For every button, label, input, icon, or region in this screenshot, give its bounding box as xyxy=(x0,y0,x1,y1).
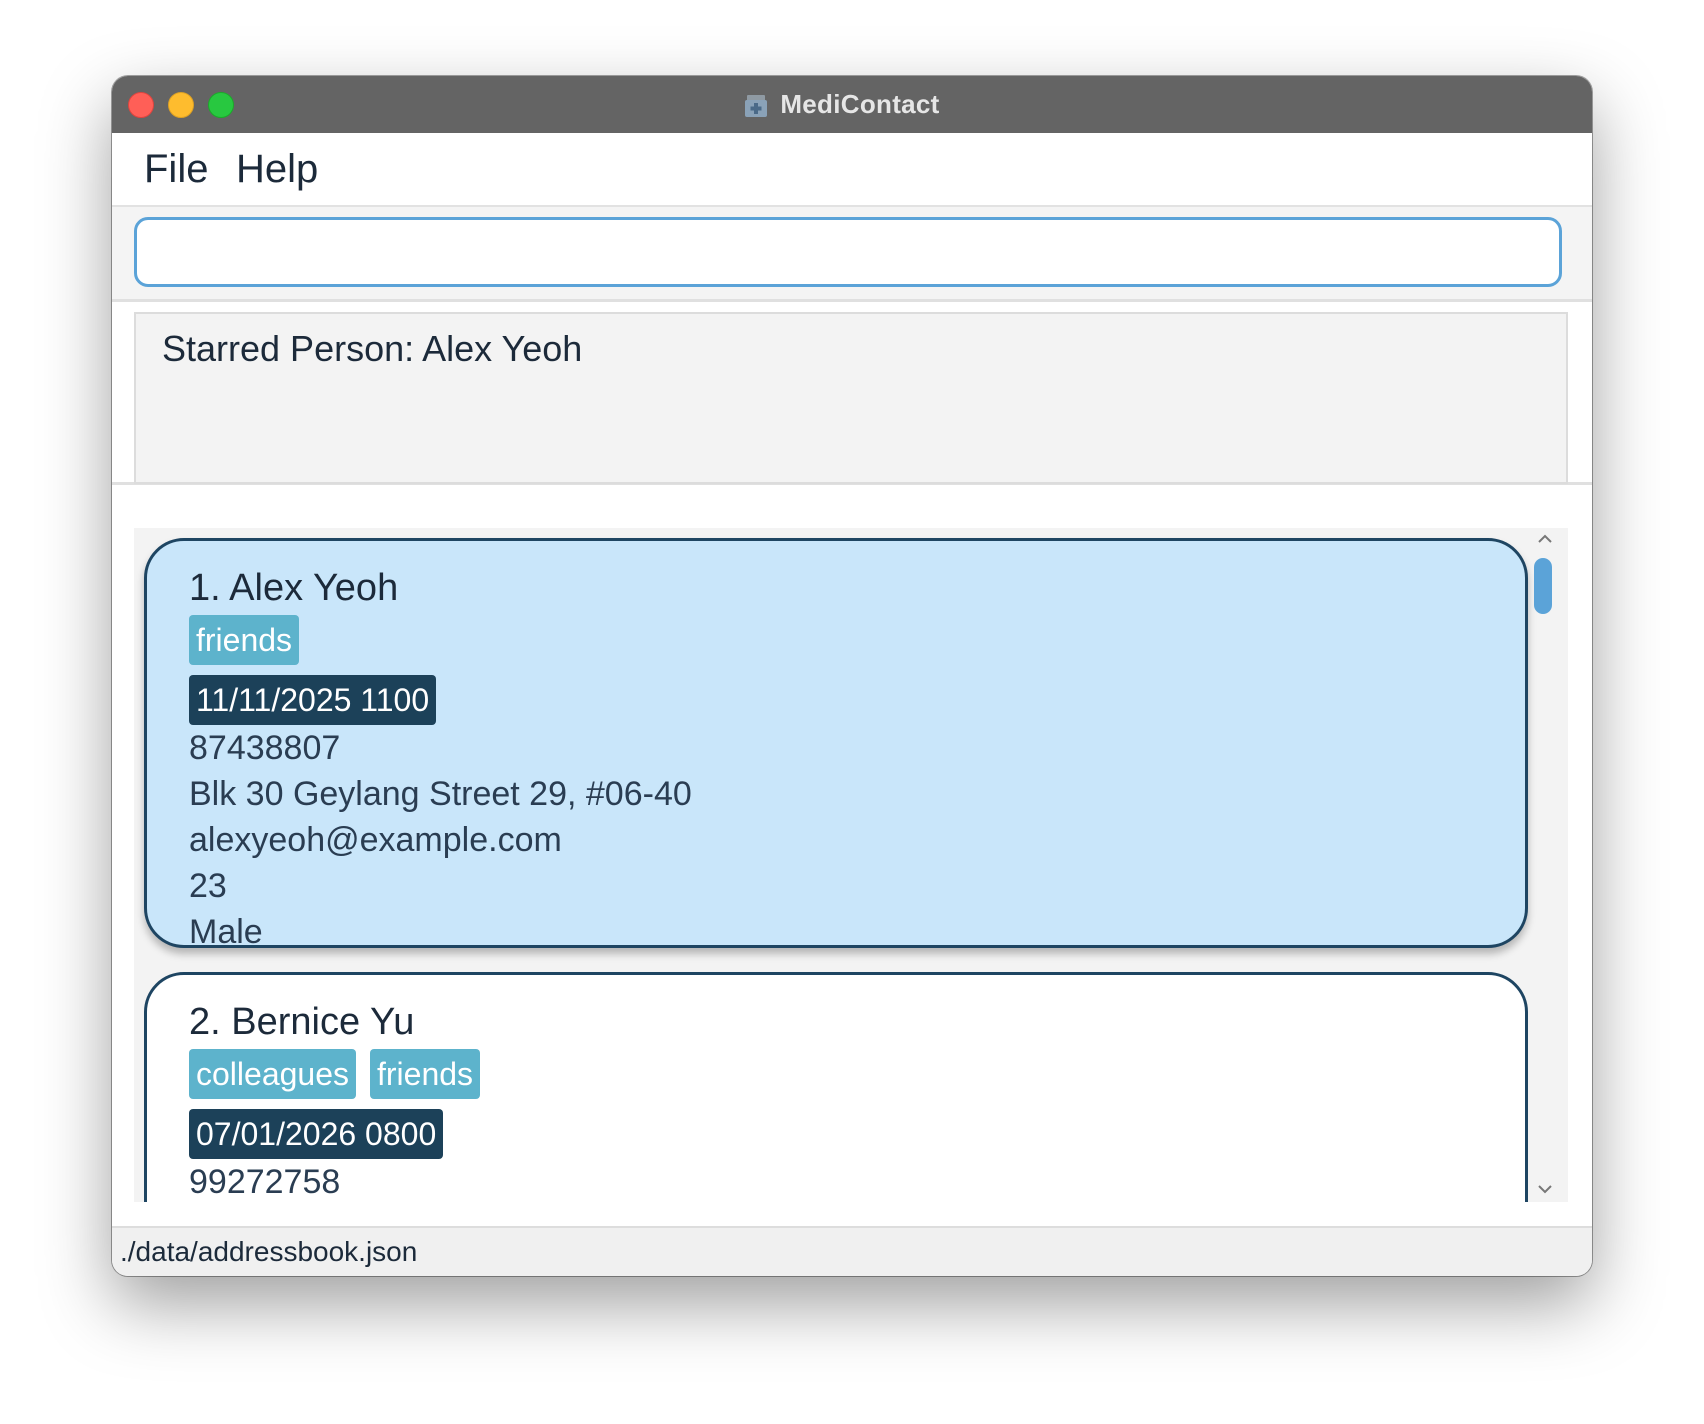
person-age: 23 xyxy=(189,867,227,905)
tag-list: friends xyxy=(189,615,692,665)
person-phone: 87438807 xyxy=(189,729,341,767)
window-title: MediContact xyxy=(780,89,940,119)
appointment-tag: 07/01/2026 0800 xyxy=(189,1109,444,1159)
person-name: 1. Alex Yeoh xyxy=(189,567,399,609)
tag: friends xyxy=(370,1049,481,1099)
menu-file[interactable]: File xyxy=(144,147,208,192)
person-card[interactable]: 1. Alex Yeoh friends 11/11/2025 1100 874… xyxy=(144,538,1528,951)
scroll-down-arrow-icon[interactable] xyxy=(1536,1182,1554,1196)
status-bar: ./data/addressbook.json xyxy=(112,1226,1592,1276)
scroll-up-arrow-icon[interactable] xyxy=(1536,532,1554,546)
appointment-tag: 11/11/2025 1100 xyxy=(189,675,437,725)
person-card-content: 1. Alex Yeoh friends 11/11/2025 1100 874… xyxy=(189,565,692,955)
title-bar: MediContact xyxy=(112,76,1592,134)
medical-kit-icon xyxy=(745,94,768,117)
result-text: Starred Person: Alex Yeoh xyxy=(162,328,583,369)
person-list[interactable]: 1. Alex Yeoh friends 11/11/2025 1100 874… xyxy=(134,528,1568,1202)
tag: friends xyxy=(189,615,300,665)
tag-list: colleagues friends xyxy=(189,1049,481,1099)
menu-bar: File Help xyxy=(112,133,1592,207)
person-card-content: 2. Bernice Yu colleagues friends 07/01/2… xyxy=(189,999,481,1202)
save-location-path: ./data/addressbook.json xyxy=(120,1236,418,1267)
app-window: MediContact File Help Starred Person: Al… xyxy=(112,76,1592,1276)
menu-help[interactable]: Help xyxy=(236,147,318,192)
person-email: alexyeoh@example.com xyxy=(189,821,562,859)
person-sex: Male xyxy=(189,913,263,951)
scrollbar-thumb[interactable] xyxy=(1534,558,1552,614)
command-input[interactable] xyxy=(134,217,1562,287)
window-title-group: MediContact xyxy=(112,76,1592,133)
vertical-scrollbar[interactable] xyxy=(1532,528,1558,1202)
tag: colleagues xyxy=(189,1049,356,1099)
result-display-area: Starred Person: Alex Yeoh xyxy=(112,302,1592,485)
person-phone: 99272758 xyxy=(189,1163,341,1201)
command-box-area xyxy=(112,207,1592,302)
result-display: Starred Person: Alex Yeoh xyxy=(134,312,1568,484)
person-address: Blk 30 Geylang Street 29, #06-40 xyxy=(189,775,692,813)
person-card[interactable]: 2. Bernice Yu colleagues friends 07/01/2… xyxy=(144,972,1528,1202)
person-name: 2. Bernice Yu xyxy=(189,1001,415,1043)
